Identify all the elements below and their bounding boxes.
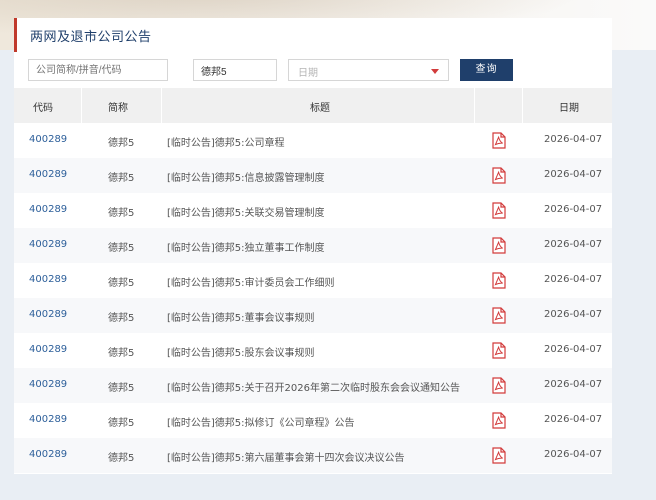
stock-code-link[interactable]: 400289 bbox=[29, 414, 67, 425]
announcement-title-link[interactable]: [临时公告]德邦5:关联交易管理制度 bbox=[167, 204, 325, 219]
header-date: 日期 bbox=[559, 103, 579, 114]
pdf-icon[interactable] bbox=[492, 167, 506, 184]
stock-code-link[interactable]: 400289 bbox=[29, 169, 67, 180]
table-row: 400289 德邦5 [临时公告]德邦5:公司章程 2026-04-07 bbox=[14, 123, 612, 158]
pdf-icon[interactable] bbox=[492, 202, 506, 219]
company-abbr: 德邦5 bbox=[108, 173, 135, 184]
table-row: 400289 德邦5 [临时公告]德邦5:信息披露管理制度 2026-04-07 bbox=[14, 158, 612, 193]
header-divider bbox=[161, 88, 162, 123]
announcement-date: 2026-04-07 bbox=[544, 204, 603, 215]
pdf-icon[interactable] bbox=[492, 412, 506, 429]
announcement-title-link[interactable]: [临时公告]德邦5:信息披露管理制度 bbox=[167, 169, 325, 184]
company-abbr: 德邦5 bbox=[108, 348, 135, 359]
stock-code-link[interactable]: 400289 bbox=[29, 344, 67, 355]
announcement-date: 2026-04-07 bbox=[544, 239, 603, 250]
announcement-date: 2026-04-07 bbox=[544, 344, 603, 355]
announcement-date: 2026-04-07 bbox=[544, 449, 603, 460]
company-abbr: 德邦5 bbox=[108, 278, 135, 289]
pdf-icon[interactable] bbox=[492, 237, 506, 254]
pdf-icon[interactable] bbox=[492, 447, 506, 464]
announcement-date: 2026-04-07 bbox=[544, 414, 603, 425]
keyword-input[interactable] bbox=[193, 59, 277, 81]
table-row: 400289 德邦5 [临时公告]德邦5:董事会议事规则 2026-04-07 bbox=[14, 298, 612, 333]
company-abbr: 德邦5 bbox=[108, 453, 135, 464]
company-abbr: 德邦5 bbox=[108, 138, 135, 149]
table-row: 400289 德邦5 [临时公告]德邦5:股东会议事规则 2026-04-07 bbox=[14, 333, 612, 368]
pdf-icon[interactable] bbox=[492, 272, 506, 289]
company-abbr: 德邦5 bbox=[108, 383, 135, 394]
header-title: 标题 bbox=[310, 103, 330, 114]
announcement-panel: 两网及退市公司公告 日期 查询 代码 简称 标题 日期 400289 德邦5 [临时… bbox=[14, 18, 612, 474]
stock-code-link[interactable]: 400289 bbox=[29, 134, 67, 145]
announcement-date: 2026-04-07 bbox=[544, 379, 603, 390]
header-divider bbox=[81, 88, 82, 123]
company-abbr: 德邦5 bbox=[108, 208, 135, 219]
table-row: 400289 德邦5 [临时公告]德邦5:审计委员会工作细则 2026-04-07 bbox=[14, 263, 612, 298]
stock-code-link[interactable]: 400289 bbox=[29, 379, 67, 390]
pdf-icon[interactable] bbox=[492, 377, 506, 394]
announcement-date: 2026-04-07 bbox=[544, 274, 603, 285]
announcement-title-link[interactable]: [临时公告]德邦5:股东会议事规则 bbox=[167, 344, 315, 359]
announcement-title-link[interactable]: [临时公告]德邦5:公司章程 bbox=[167, 134, 285, 149]
header-divider bbox=[474, 88, 475, 123]
announcement-title-link[interactable]: [临时公告]德邦5:独立董事工作制度 bbox=[167, 239, 325, 254]
announcement-title-link[interactable]: [临时公告]德邦5:拟修订《公司章程》公告 bbox=[167, 414, 355, 429]
table-row: 400289 德邦5 [临时公告]德邦5:独立董事工作制度 2026-04-07 bbox=[14, 228, 612, 263]
stock-code-link[interactable]: 400289 bbox=[29, 239, 67, 250]
company-abbr: 德邦5 bbox=[108, 313, 135, 324]
header-code: 代码 bbox=[33, 103, 53, 114]
company-search-input[interactable] bbox=[28, 59, 168, 81]
pdf-icon[interactable] bbox=[492, 132, 506, 149]
query-button[interactable]: 查询 bbox=[460, 59, 513, 81]
date-select[interactable]: 日期 bbox=[288, 59, 449, 81]
announcement-title-link[interactable]: [临时公告]德邦5:董事会议事规则 bbox=[167, 309, 315, 324]
pdf-icon[interactable] bbox=[492, 342, 506, 359]
announcement-date: 2026-04-07 bbox=[544, 169, 603, 180]
header-divider bbox=[522, 88, 523, 123]
header-abbr: 简称 bbox=[108, 103, 128, 114]
pdf-icon[interactable] bbox=[492, 307, 506, 324]
announcement-title-link[interactable]: [临时公告]德邦5:第六届董事会第十四次会议决议公告 bbox=[167, 449, 405, 464]
table-header: 代码 简称 标题 日期 bbox=[14, 88, 612, 123]
chevron-down-icon bbox=[431, 69, 439, 74]
page-title: 两网及退市公司公告 bbox=[30, 30, 152, 45]
announcement-title-link[interactable]: [临时公告]德邦5:关于召开2026年第二次临时股东会会议通知公告 bbox=[167, 379, 460, 394]
company-abbr: 德邦5 bbox=[108, 418, 135, 429]
table-row: 400289 德邦5 [临时公告]德邦5:拟修订《公司章程》公告 2026-04-07 bbox=[14, 403, 612, 438]
stock-code-link[interactable]: 400289 bbox=[29, 204, 67, 215]
stock-code-link[interactable]: 400289 bbox=[29, 274, 67, 285]
company-abbr: 德邦5 bbox=[108, 243, 135, 254]
announcement-title-link[interactable]: [临时公告]德邦5:审计委员会工作细则 bbox=[167, 274, 335, 289]
stock-code-link[interactable]: 400289 bbox=[29, 309, 67, 320]
page-background bbox=[612, 50, 656, 500]
table-row: 400289 德邦5 [临时公告]德邦5:关联交易管理制度 2026-04-07 bbox=[14, 193, 612, 228]
date-placeholder: 日期 bbox=[298, 68, 318, 79]
announcement-date: 2026-04-07 bbox=[544, 309, 603, 320]
stock-code-link[interactable]: 400289 bbox=[29, 449, 67, 460]
table-row: 400289 德邦5 [临时公告]德邦5:关于召开2026年第二次临时股东会会议通知… bbox=[14, 368, 612, 403]
table-row: 400289 德邦5 [临时公告]德邦5:第六届董事会第十四次会议决议公告 2026-… bbox=[14, 438, 612, 473]
search-bar: 日期 查询 bbox=[28, 59, 598, 81]
announcement-date: 2026-04-07 bbox=[544, 134, 603, 145]
section-header: 两网及退市公司公告 bbox=[14, 18, 615, 52]
